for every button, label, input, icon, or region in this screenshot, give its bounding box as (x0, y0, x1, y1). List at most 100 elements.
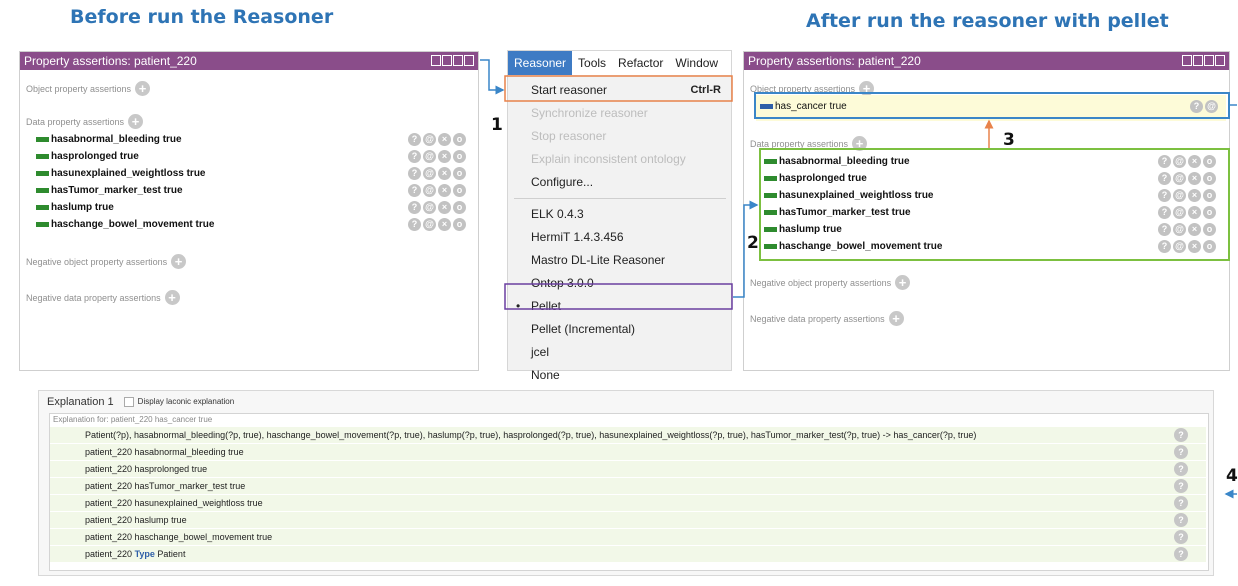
help-icon[interactable]: ? (408, 201, 421, 214)
menu-item-configure[interactable]: Configure... (508, 171, 731, 193)
explanation-row[interactable]: Patient(?p), hasabnormal_bleeding(?p, tr… (50, 427, 1206, 443)
menu-item-explain[interactable]: Explain inconsistent ontology (508, 148, 731, 170)
assertion-row[interactable]: hasprolonged true (36, 148, 139, 165)
edit-icon[interactable]: o (1203, 223, 1216, 236)
menu-item-mastro[interactable]: Mastro DL-Lite Reasoner (508, 249, 731, 271)
explanation-row[interactable]: patient_220 hasabnormal_bleeding true? (50, 444, 1206, 460)
edit-icon[interactable]: o (1203, 172, 1216, 185)
delete-icon[interactable]: × (1188, 240, 1201, 253)
add-icon[interactable]: + (888, 311, 904, 326)
assertion-row[interactable]: hasabnormal_bleeding true (36, 131, 182, 148)
menu-item-pellet[interactable]: • Pellet (508, 295, 731, 317)
assertion-row[interactable]: hasTumor_marker_test true (36, 182, 183, 199)
delete-icon[interactable]: × (1188, 155, 1201, 168)
edit-icon[interactable]: o (1203, 155, 1216, 168)
edit-icon[interactable]: o (453, 184, 466, 197)
delete-icon[interactable]: × (438, 184, 451, 197)
annotate-icon[interactable]: @ (423, 184, 436, 197)
menu-refactor[interactable]: Refactor (612, 51, 669, 75)
delete-icon[interactable]: × (438, 201, 451, 214)
menu-item-jcel[interactable]: jcel (508, 341, 731, 363)
menu-item-pellet-incremental[interactable]: Pellet (Incremental) (508, 318, 731, 340)
maximize-icon[interactable] (1204, 55, 1214, 66)
help-icon[interactable]: ? (1190, 100, 1203, 113)
assertion-row[interactable]: hasunexplained_weightloss true (36, 165, 205, 182)
edit-icon[interactable]: o (453, 218, 466, 231)
add-icon[interactable]: + (128, 114, 144, 129)
assertion-row[interactable]: hasprolonged true (764, 170, 867, 187)
menu-item-hermit[interactable]: HermiT 1.4.3.456 (508, 226, 731, 248)
help-icon[interactable]: ? (1158, 172, 1171, 185)
maximize-icon[interactable] (453, 55, 463, 66)
help-icon[interactable]: ? (1158, 189, 1171, 202)
delete-icon[interactable]: × (438, 167, 451, 180)
minimize-icon[interactable] (442, 55, 452, 66)
tile-icon[interactable] (431, 55, 441, 66)
window-buttons[interactable] (1182, 55, 1225, 66)
annotate-icon[interactable]: @ (423, 167, 436, 180)
annotate-icon[interactable]: @ (1173, 189, 1186, 202)
assertion-row[interactable]: hasTumor_marker_test true (764, 204, 911, 221)
assertion-row[interactable]: hasabnormal_bleeding true (764, 153, 910, 170)
add-icon[interactable]: + (852, 136, 868, 151)
help-icon[interactable]: ? (408, 133, 421, 146)
assertion-row[interactable]: haslump true (36, 199, 114, 216)
menu-item-ontop[interactable]: Ontop 3.0.0 (508, 272, 731, 294)
explanation-row[interactable]: patient_220 Type Patient? (50, 546, 1206, 562)
help-icon[interactable]: ? (1158, 206, 1171, 219)
help-icon[interactable]: ? (408, 167, 421, 180)
annotate-icon[interactable]: @ (1173, 240, 1186, 253)
annotate-icon[interactable]: @ (1173, 223, 1186, 236)
delete-icon[interactable]: × (438, 218, 451, 231)
delete-icon[interactable]: × (438, 133, 451, 146)
assertion-row[interactable]: hasunexplained_weightloss true (764, 187, 933, 204)
annotate-icon[interactable]: @ (423, 150, 436, 163)
menu-item-synchronize[interactable]: Synchronize reasoner (508, 102, 731, 124)
delete-icon[interactable]: × (1188, 223, 1201, 236)
edit-icon[interactable]: o (453, 133, 466, 146)
laconic-checkbox[interactable] (123, 397, 134, 407)
help-icon[interactable]: ? (1158, 155, 1171, 168)
help-icon[interactable]: ? (1158, 240, 1171, 253)
explanation-row[interactable]: patient_220 haschange_bowel_movement tru… (50, 529, 1206, 545)
delete-icon[interactable]: × (1188, 189, 1201, 202)
close-icon[interactable] (1215, 55, 1225, 66)
explanation-row[interactable]: patient_220 hasprolonged true? (50, 461, 1206, 477)
help-icon[interactable]: ? (1174, 462, 1188, 476)
annotate-icon[interactable]: @ (1173, 206, 1186, 219)
assertion-row[interactable]: haschange_bowel_movement true (764, 238, 942, 255)
explanation-row[interactable]: patient_220 hasTumor_marker_test true? (50, 478, 1206, 494)
annotate-icon[interactable]: @ (1205, 100, 1218, 113)
help-icon[interactable]: ? (408, 218, 421, 231)
annotate-icon[interactable]: @ (423, 218, 436, 231)
laconic-toggle[interactable]: Display laconic explanation (123, 397, 234, 407)
help-icon[interactable]: ? (1174, 513, 1188, 527)
help-icon[interactable]: ? (1174, 445, 1188, 459)
edit-icon[interactable]: o (1203, 240, 1216, 253)
add-icon[interactable]: + (895, 275, 911, 290)
edit-icon[interactable]: o (453, 201, 466, 214)
assertion-row[interactable]: haschange_bowel_movement true (36, 216, 214, 233)
annotate-icon[interactable]: @ (423, 133, 436, 146)
edit-icon[interactable]: o (453, 150, 466, 163)
delete-icon[interactable]: × (1188, 206, 1201, 219)
help-icon[interactable]: ? (1174, 496, 1188, 510)
annotate-icon[interactable]: @ (1173, 155, 1186, 168)
close-icon[interactable] (464, 55, 474, 66)
help-icon[interactable]: ? (1174, 428, 1188, 442)
help-icon[interactable]: ? (1174, 547, 1188, 561)
window-buttons[interactable] (431, 55, 474, 66)
menu-tools[interactable]: Tools (572, 51, 612, 75)
annotate-icon[interactable]: @ (1173, 172, 1186, 185)
edit-icon[interactable]: o (1203, 189, 1216, 202)
assertion-row[interactable]: haslump true (764, 221, 842, 238)
menu-item-start-reasoner[interactable]: Start reasoner Ctrl-R (508, 79, 731, 101)
annotate-icon[interactable]: @ (423, 201, 436, 214)
add-icon[interactable]: + (171, 254, 187, 269)
inferred-assertion-row[interactable]: has_cancer true (760, 98, 847, 115)
menu-item-stop[interactable]: Stop reasoner (508, 125, 731, 147)
menu-item-elk[interactable]: ELK 0.4.3 (508, 203, 731, 225)
menu-window[interactable]: Window (669, 51, 724, 75)
menu-item-none[interactable]: None (508, 364, 731, 382)
delete-icon[interactable]: × (1188, 172, 1201, 185)
